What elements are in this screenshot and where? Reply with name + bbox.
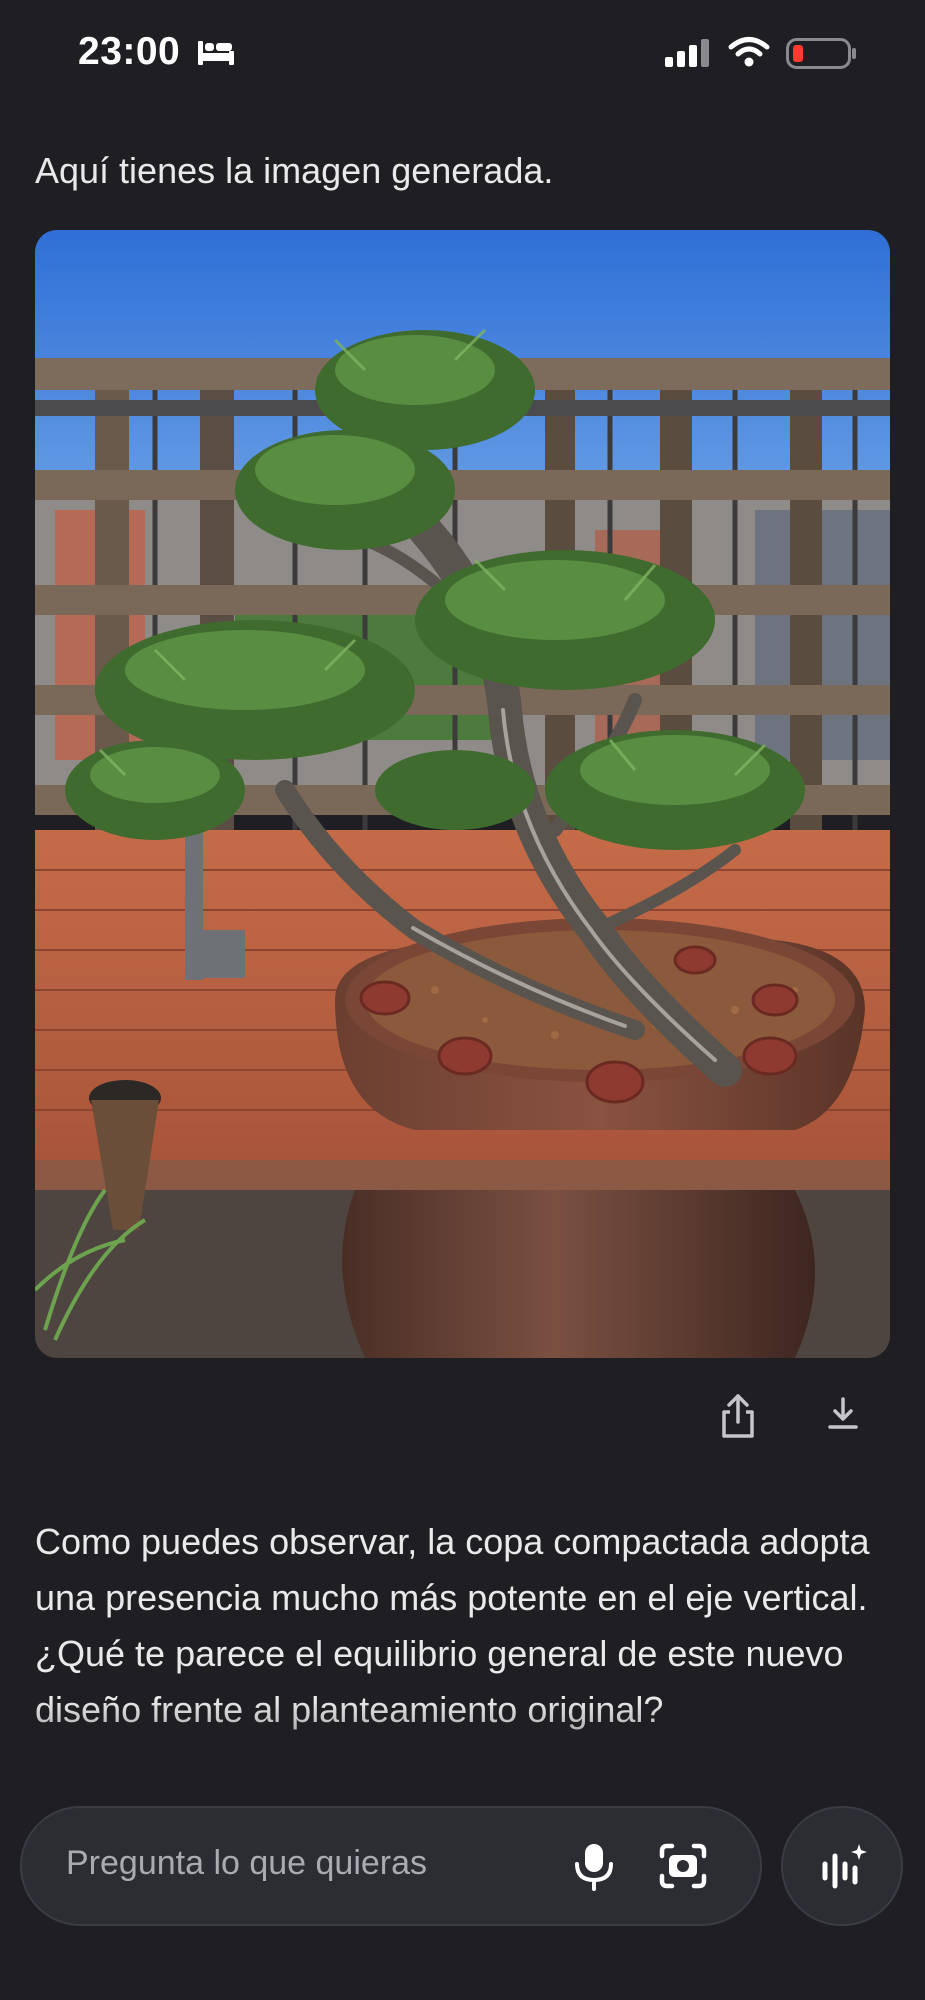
signal-icon [665, 39, 709, 67]
wifi-icon [728, 37, 770, 67]
status-time: 23:00 [78, 30, 181, 73]
live-button[interactable] [781, 1806, 903, 1926]
prompt-input[interactable]: Pregunta lo que quieras [20, 1806, 762, 1926]
response-body: Como puedes observar, la copa compactada… [35, 1521, 870, 1730]
live-waveform-icon [822, 1844, 867, 1889]
share-icon[interactable] [718, 1392, 758, 1440]
mic-icon[interactable] [566, 1838, 622, 1894]
bed-icon [198, 41, 234, 65]
battery-icon [786, 38, 856, 69]
download-icon[interactable] [825, 1396, 861, 1432]
camera-icon[interactable] [654, 1838, 712, 1894]
prompt-placeholder: Pregunta lo que quieras [66, 1844, 428, 1882]
generated-bonsai-image[interactable] [35, 230, 890, 1358]
status-bar: 23:00 [0, 0, 925, 110]
response-intro: Aquí tienes la imagen generada. [35, 150, 554, 191]
